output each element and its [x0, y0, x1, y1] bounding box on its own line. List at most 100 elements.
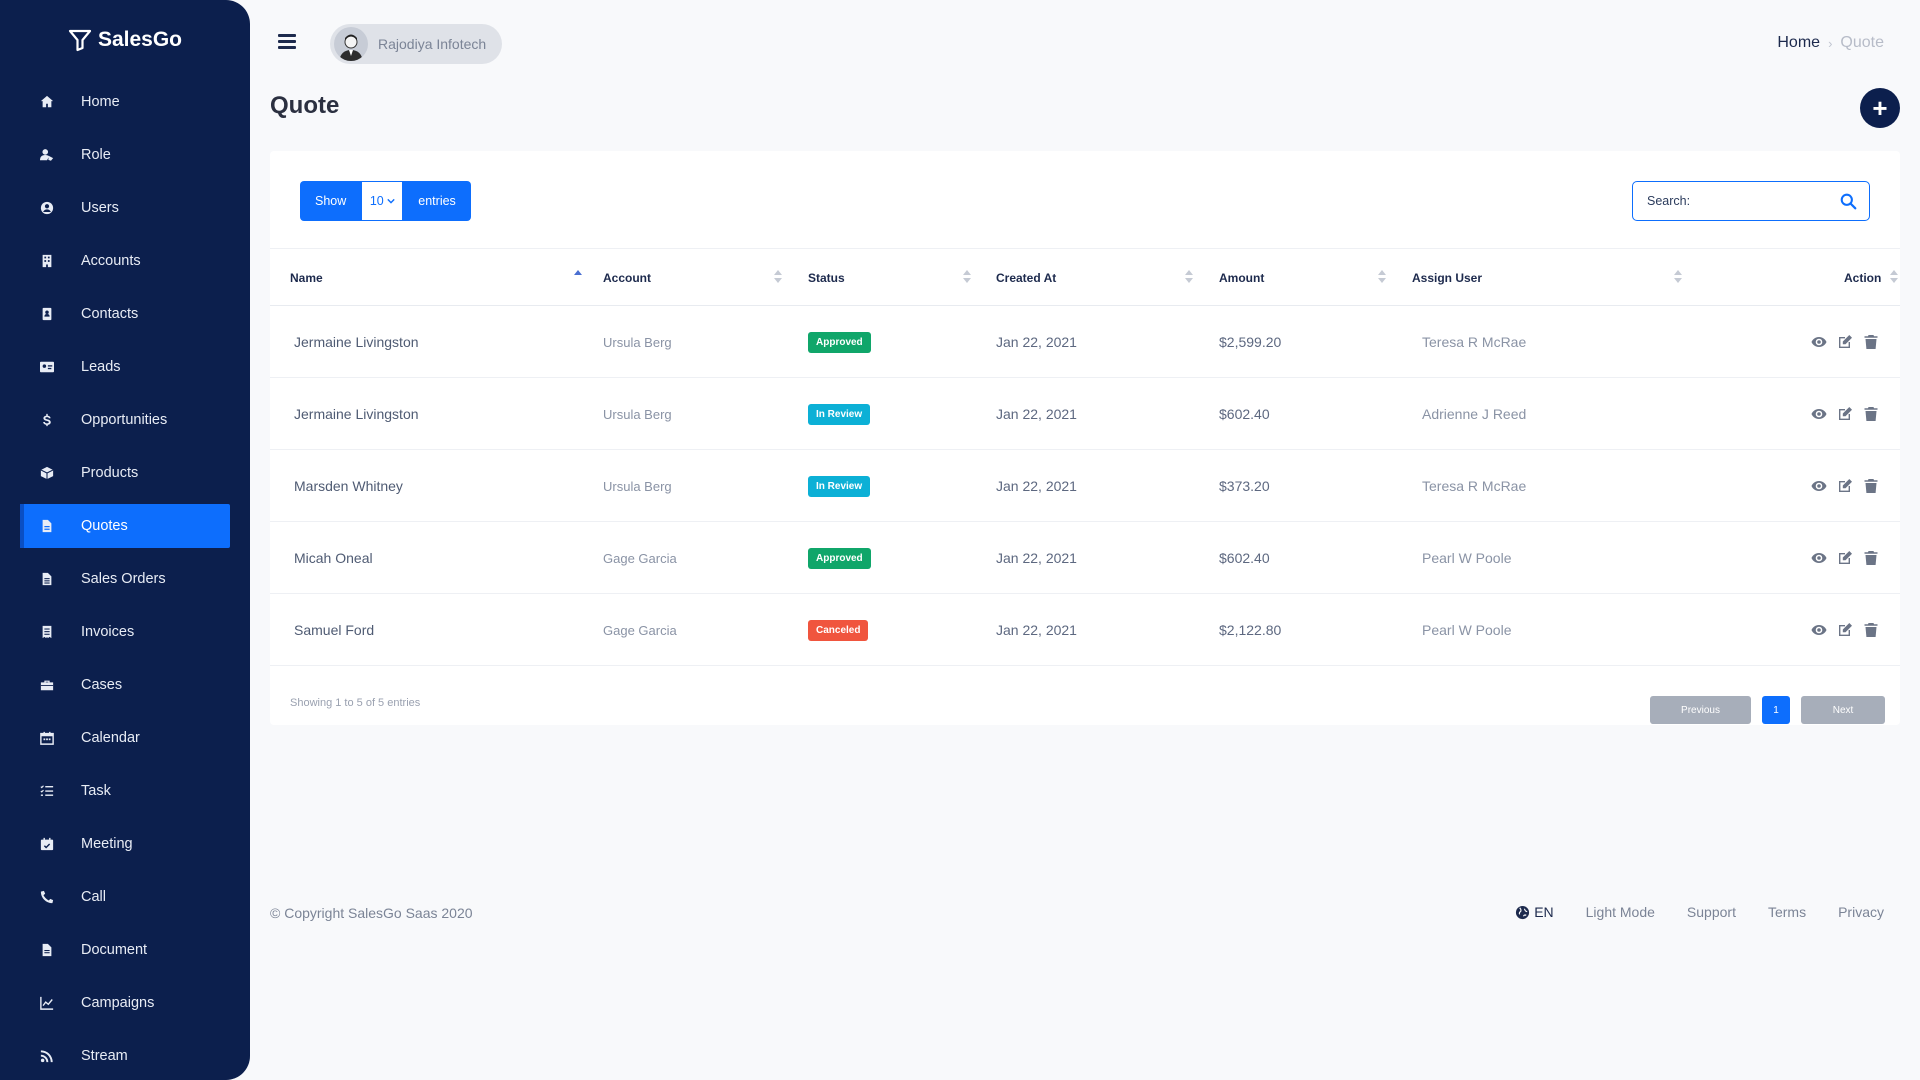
cell-name[interactable]: Jermaine Livingston	[294, 378, 419, 450]
cell-account: Gage Garcia	[603, 622, 677, 638]
sidebar-item-contacts[interactable]: Contacts	[20, 292, 230, 336]
view-eye-icon[interactable]	[1810, 478, 1827, 495]
view-eye-icon[interactable]	[1810, 334, 1827, 351]
sidebar-item-opportunities[interactable]: Opportunities	[20, 398, 230, 442]
view-eye-icon[interactable]	[1810, 550, 1827, 567]
edit-icon[interactable]	[1836, 478, 1853, 495]
terms-link[interactable]: Terms	[1768, 904, 1806, 920]
view-eye-icon[interactable]	[1810, 622, 1827, 639]
column-header-account[interactable]: Account	[603, 249, 651, 307]
sidebar-item-sales-orders[interactable]: Sales Orders	[20, 557, 230, 601]
table-row: Jermaine Livingston Ursula Berg In Review J…	[270, 378, 1900, 450]
column-header-created-at[interactable]: Created At	[996, 249, 1056, 307]
id-card-icon	[39, 359, 55, 375]
avatar	[334, 27, 368, 61]
breadcrumb-current: Quote	[1840, 34, 1884, 51]
sidebar-item-label: Products	[81, 465, 139, 481]
cell-status: In Review	[808, 378, 871, 450]
sort-icon[interactable]	[1185, 270, 1193, 286]
sort-icon[interactable]	[1674, 270, 1682, 286]
sidebar-item-label: Sales Orders	[81, 571, 166, 587]
sidebar-item-label: Invoices	[81, 624, 135, 640]
trash-icon[interactable]	[1862, 406, 1879, 423]
hamburger-icon	[278, 34, 296, 37]
sidebar-item-calendar[interactable]: Calendar	[20, 716, 230, 760]
sidebar-item-products[interactable]: Products	[20, 451, 230, 495]
trash-icon[interactable]	[1862, 334, 1879, 351]
column-header-action[interactable]: Action	[1844, 249, 1881, 307]
trash-icon[interactable]	[1862, 478, 1879, 495]
cell-name[interactable]: Marsden Whitney	[294, 450, 403, 522]
cell-actions	[1810, 378, 1879, 450]
sort-icon[interactable]	[1890, 270, 1898, 286]
trash-icon[interactable]	[1862, 550, 1879, 567]
cell-assign-user: Pearl W Poole	[1422, 550, 1512, 566]
sort-icon[interactable]	[774, 270, 782, 286]
sidebar-item-leads[interactable]: Leads	[20, 345, 230, 389]
calendar-check-icon	[39, 836, 55, 852]
sidebar-item-accounts[interactable]: Accounts	[20, 239, 230, 283]
status-badge: Approved	[808, 547, 871, 569]
sidebar-item-stream[interactable]: Stream	[20, 1034, 230, 1078]
add-quote-button[interactable]: +	[1860, 88, 1900, 128]
cell-status: Canceled	[808, 594, 869, 666]
column-header-assign-user[interactable]: Assign User	[1412, 249, 1482, 307]
view-eye-icon[interactable]	[1810, 406, 1827, 423]
cell-name[interactable]: Samuel Ford	[294, 594, 374, 666]
sort-icon[interactable]	[1378, 270, 1386, 286]
edit-icon[interactable]	[1836, 334, 1853, 351]
cell-created-at: Jan 22, 2021	[996, 478, 1077, 494]
privacy-link[interactable]: Privacy	[1838, 904, 1884, 920]
entries-label: entries	[418, 194, 456, 208]
edit-icon[interactable]	[1836, 622, 1853, 639]
sidebar-item-role[interactable]: Role	[20, 133, 230, 177]
search-icon[interactable]	[1840, 193, 1857, 210]
cell-assign-user: Adrienne J Reed	[1422, 406, 1527, 422]
user-name: Rajodiya Infotech	[378, 36, 487, 52]
menu-toggle-button[interactable]	[278, 34, 296, 50]
edit-icon[interactable]	[1836, 550, 1853, 567]
user-profile-button[interactable]: Rajodiya Infotech	[330, 24, 502, 64]
sidebar-item-document[interactable]: Document	[20, 928, 230, 972]
sidebar-item-call[interactable]: Call	[20, 875, 230, 919]
column-header-amount[interactable]: Amount	[1219, 249, 1264, 307]
sidebar-item-quotes[interactable]: Quotes	[20, 504, 230, 548]
cell-amount: $2,122.80	[1219, 622, 1282, 638]
sidebar-item-invoices[interactable]: Invoices	[20, 610, 230, 654]
table-row: Micah Oneal Gage Garcia Approved Jan 22, 20…	[270, 522, 1900, 594]
table-row: Marsden Whitney Ursula Berg In Review Jan 2…	[270, 450, 1900, 522]
sidebar-item-label: Cases	[81, 677, 123, 693]
cell-amount: $2,599.20	[1219, 334, 1282, 350]
sidebar-item-campaigns[interactable]: Campaigns	[20, 981, 230, 1025]
cell-name[interactable]: Micah Oneal	[294, 522, 373, 594]
cell-account: Ursula Berg	[603, 334, 672, 350]
column-header-name[interactable]: Name	[290, 249, 323, 307]
trash-icon[interactable]	[1862, 622, 1879, 639]
previous-page-button[interactable]: Previous	[1650, 696, 1751, 724]
sort-icon[interactable]	[963, 270, 971, 286]
edit-icon[interactable]	[1836, 406, 1853, 423]
sidebar-item-users[interactable]: Users	[20, 186, 230, 230]
language-selector[interactable]: EN	[1515, 904, 1554, 920]
column-header-status[interactable]: Status	[808, 249, 845, 307]
sidebar-item-home[interactable]: Home	[20, 80, 230, 124]
page-1-button[interactable]: 1	[1762, 696, 1790, 724]
page-size-select[interactable]: 10	[361, 181, 404, 221]
light-mode-link[interactable]: Light Mode	[1586, 904, 1655, 920]
cell-actions	[1810, 522, 1879, 594]
breadcrumb-home-link[interactable]: Home	[1777, 34, 1820, 52]
support-link[interactable]: Support	[1687, 904, 1736, 920]
next-page-button[interactable]: Next	[1801, 696, 1885, 724]
status-badge: Canceled	[808, 619, 869, 641]
cell-assign-user: Teresa R McRae	[1422, 478, 1527, 494]
search-input[interactable]	[1647, 194, 1827, 208]
sort-asc-icon[interactable]	[574, 270, 582, 286]
sidebar-item-label: Home	[81, 94, 120, 110]
sidebar-item-task[interactable]: Task	[20, 769, 230, 813]
cell-name[interactable]: Jermaine Livingston	[294, 306, 419, 378]
sidebar-item-label: Accounts	[81, 253, 141, 269]
brand-logo[interactable]: SalesGo	[0, 0, 250, 80]
sidebar-item-cases[interactable]: Cases	[20, 663, 230, 707]
sidebar-item-meeting[interactable]: Meeting	[20, 822, 230, 866]
box-icon	[39, 465, 55, 481]
